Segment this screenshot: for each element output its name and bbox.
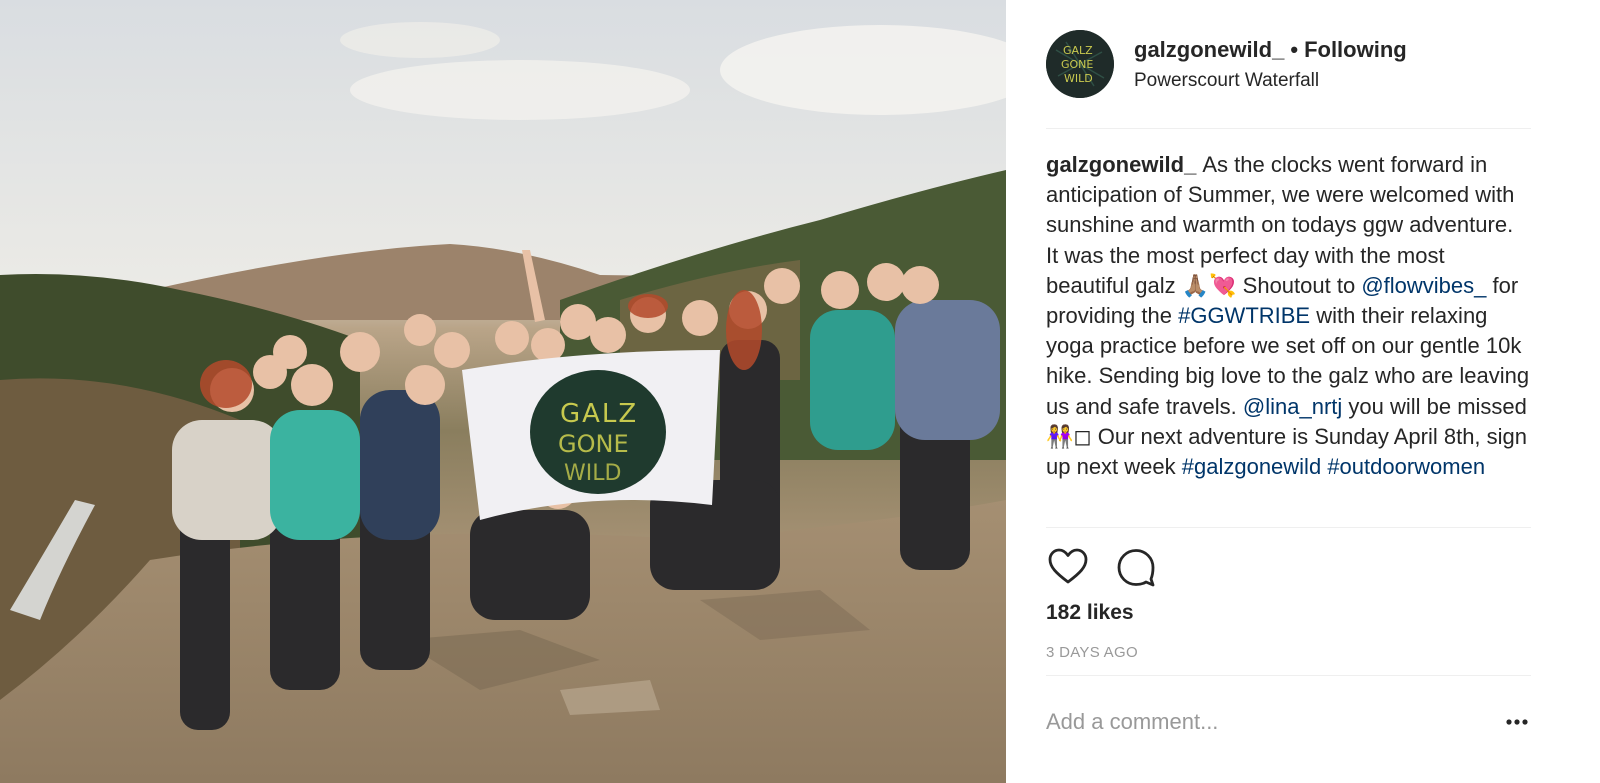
hashtag-ggwtribe[interactable]: #GGWTRIBE — [1178, 303, 1310, 328]
svg-text:GALZ: GALZ — [560, 399, 638, 429]
svg-text:GONE: GONE — [1061, 58, 1093, 71]
svg-text:GALZ: GALZ — [1063, 44, 1093, 57]
header-divider — [1046, 128, 1531, 129]
username-link[interactable]: galzgonewild_ — [1134, 37, 1284, 62]
separator-dot: • — [1290, 37, 1299, 62]
header-name-line: galzgonewild_ • Following — [1134, 37, 1407, 63]
hashtag-galzgonewild[interactable]: #galzgonewild — [1182, 454, 1321, 479]
following-button[interactable]: Following — [1304, 37, 1407, 62]
mention-lina[interactable]: @lina_nrtj — [1243, 394, 1342, 419]
heart-icon[interactable] — [1046, 545, 1090, 589]
post-header: GALZ GONE WILD galzgonewild_ • Following P… — [1046, 30, 1531, 98]
comment-form — [1046, 700, 1531, 744]
like-count[interactable]: 182 likes — [1046, 601, 1134, 625]
location-link[interactable]: Powerscourt Waterfall — [1134, 70, 1319, 92]
post-details-panel: GALZ GONE WILD galzgonewild_ • Following P… — [1006, 0, 1600, 783]
comment-icon[interactable] — [1114, 545, 1158, 589]
post-caption: galzgonewild_ As the clocks went forward … — [1046, 150, 1531, 527]
photo-illustration: GALZ GONE WILD — [0, 0, 1006, 783]
caption-divider — [1046, 527, 1531, 528]
avatar[interactable]: GALZ GONE WILD — [1046, 30, 1114, 98]
svg-text:WILD: WILD — [1064, 72, 1093, 85]
comment-divider — [1046, 675, 1531, 676]
svg-text:WILD: WILD — [564, 461, 621, 486]
mention-flowvibes[interactable]: @flowvibes_ — [1361, 273, 1486, 298]
svg-text:GONE: GONE — [558, 430, 629, 458]
caption-username[interactable]: galzgonewild_ — [1046, 152, 1196, 177]
ellipsis-icon[interactable] — [1503, 708, 1531, 736]
post-photo[interactable]: GALZ GONE WILD — [0, 0, 1006, 783]
post-timestamp[interactable]: 3 DAYS AGO — [1046, 644, 1138, 661]
hashtag-outdoorwomen[interactable]: #outdoorwomen — [1327, 454, 1485, 479]
comment-input[interactable] — [1046, 700, 1476, 744]
